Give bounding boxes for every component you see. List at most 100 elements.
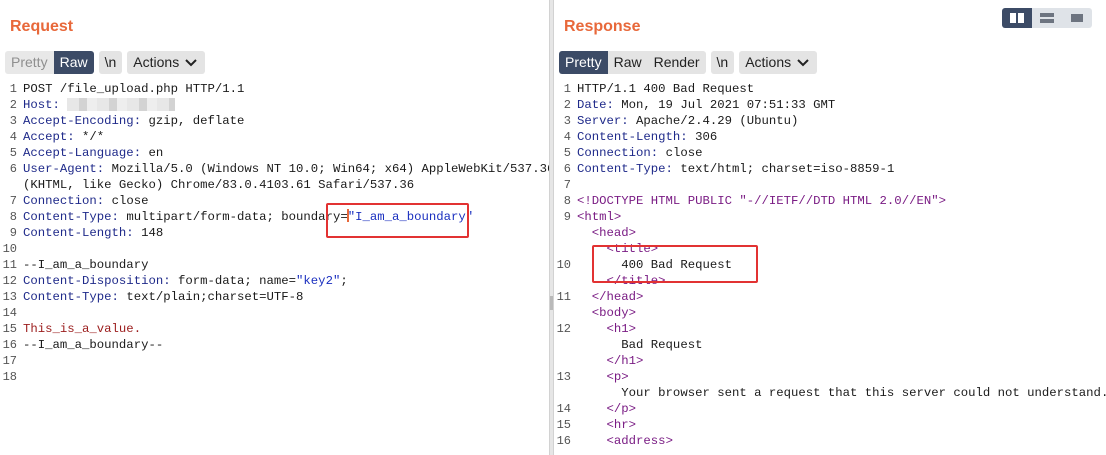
html-tag: </h1> (606, 354, 644, 368)
header-name: Host: (23, 98, 60, 112)
line-number: 8 (9, 210, 17, 224)
header-name: User-Agent: (23, 162, 105, 176)
html-tag: <!DOCTYPE HTML PUBLIC "-//IETF//DTD HTML… (577, 194, 946, 208)
line-number: 3 (563, 114, 571, 128)
code-text: Accept: */* (23, 129, 104, 145)
line-number: 14 (2, 306, 17, 320)
code-line: 3 Accept-Encoding: gzip, deflate (0, 113, 245, 129)
request-actions-dropdown[interactable]: Actions (127, 51, 206, 74)
code-line: 5 Connection: close (554, 145, 703, 161)
line-number: 3 (9, 114, 17, 128)
header-name: Server: (577, 114, 629, 128)
request-editor[interactable]: 1 POST /file_upload.php HTTP/1.1 2 Host: 3A… (0, 81, 549, 455)
code-line: 14 </p> (554, 401, 636, 417)
code-text: POST /file_upload.php HTTP/1.1 (23, 81, 244, 97)
code-text: <!DOCTYPE HTML PUBLIC "-//IETF//DTD HTML… (577, 193, 946, 209)
code-line: 3 Server: Apache/2.4.29 (Ubuntu) (554, 113, 799, 129)
code-text: Connection: close (577, 145, 702, 161)
response-view-mode-group: Pretty Raw Render (559, 51, 706, 74)
response-actions-dropdown[interactable]: Actions (739, 51, 818, 74)
line-number: 13 (2, 290, 17, 304)
redacted-host-value (67, 98, 176, 112)
html-tag: <h1> (606, 322, 637, 336)
header-value: en (141, 146, 164, 160)
splitter-grip-icon (550, 296, 553, 310)
request-actions-label: Actions (133, 54, 180, 70)
code-text: --I_am_a_boundary (23, 257, 148, 273)
request-pretty-button[interactable]: Pretty (5, 51, 54, 74)
code-line: 13 Content-Type: text/plain;charset=UTF-8 (0, 289, 304, 305)
request-pane: Request Pretty Raw \n Actions 1 POST /fil… (0, 0, 549, 455)
layout-toggle-group (1002, 8, 1092, 28)
line-number: 16 (2, 338, 17, 352)
html-tag: <hr> (606, 418, 637, 432)
line-number: 1 (9, 82, 17, 96)
code-text: Accept-Language: en (23, 145, 163, 161)
code-line: <title> (554, 241, 659, 257)
header-name: Content-Length: (577, 130, 688, 144)
line-number: 4 (563, 130, 571, 144)
code-text: </h1> (577, 353, 644, 369)
layout-side-by-side-icon[interactable] (1002, 8, 1032, 28)
line-number: 1 (563, 82, 571, 96)
header-value: */* (74, 130, 105, 144)
line-number: 12 (2, 274, 17, 288)
code-text: <h1> (577, 321, 637, 337)
code-text: Accept-Encoding: gzip, deflate (23, 113, 244, 129)
header-name: Accept-Encoding: (23, 114, 142, 128)
request-title: Request (10, 18, 74, 35)
line-number: 4 (9, 130, 17, 144)
quoted-value: "key2" (296, 274, 341, 288)
chevron-down-icon (797, 58, 809, 66)
layout-top-bottom-icon[interactable] (1032, 8, 1062, 28)
chevron-down-icon (185, 58, 197, 66)
line-number: 7 (9, 194, 17, 208)
response-raw-button[interactable]: Raw (607, 51, 648, 74)
layout-tabs-icon[interactable] (1062, 8, 1092, 28)
line-number: 2 (9, 98, 17, 112)
plain-text: Bad Request (621, 338, 703, 352)
code-line: 8 <!DOCTYPE HTML PUBLIC "-//IETF//DTD HTM… (554, 193, 946, 209)
code-text: <html> (577, 209, 621, 225)
line-number: 9 (9, 226, 17, 240)
response-pane: Response Pretty Raw Render \n Actions 1H… (554, 0, 1106, 455)
code-line: 9 Content-Length: 148 (0, 225, 163, 241)
code-line: 2 Host: (0, 97, 176, 113)
code-line: 7 Connection: close (0, 193, 149, 209)
response-title: Response (564, 18, 641, 35)
line-number: 11 (556, 290, 571, 304)
code-text: <body> (577, 305, 636, 321)
request-view-mode-group: Pretty Raw (5, 51, 94, 74)
plain-text: POST /file_upload.php HTTP/1.1 (23, 82, 245, 96)
code-text: Content-Length: 148 (23, 225, 163, 241)
line-number: 5 (563, 146, 571, 160)
html-tag: <head> (591, 226, 637, 240)
code-line: (KHTML, like Gecko) Chrome/83.0.4103.61 … (0, 177, 414, 193)
response-newline-toggle[interactable]: \n (710, 51, 735, 74)
code-line: 16 --I_am_a_boundary-- (0, 337, 164, 353)
response-render-button[interactable]: Render (647, 51, 706, 74)
header-name: Content-Type: (23, 290, 119, 304)
code-text: This_is_a_value. (23, 321, 141, 337)
line-number: 6 (563, 162, 571, 176)
line-number: 14 (556, 402, 571, 416)
request-newline-toggle[interactable]: \n (98, 51, 123, 74)
request-raw-button[interactable]: Raw (53, 51, 94, 74)
header-name: Content-Disposition: (23, 274, 171, 288)
response-pretty-button[interactable]: Pretty (559, 51, 608, 74)
code-line: 15 <hr> (554, 417, 636, 433)
code-line: 7 (554, 177, 571, 193)
code-line: Your browser sent a request that this se… (554, 385, 1106, 401)
header-name: Accept: (23, 130, 75, 144)
line-number: 10 (2, 242, 17, 256)
line-number: 15 (556, 418, 571, 432)
line-number: 6 (9, 162, 17, 176)
line-number: 15 (2, 322, 17, 336)
plain-text: --I_am_a_boundary (23, 258, 149, 272)
response-actions-label: Actions (745, 54, 792, 70)
code-text: Your browser sent a request that this se… (577, 385, 1106, 401)
